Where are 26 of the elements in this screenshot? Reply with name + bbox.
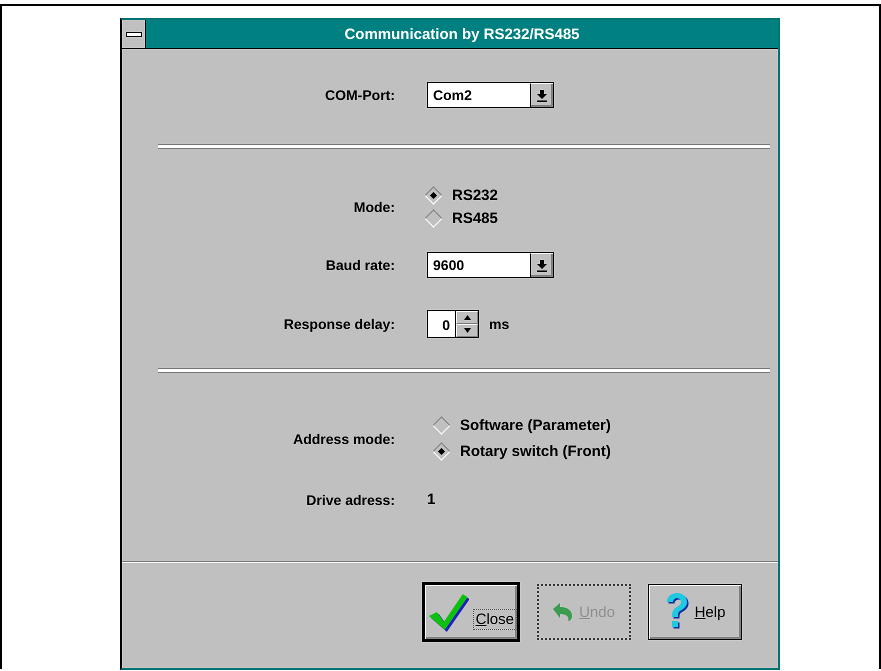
com-port-dropdown[interactable]: Com2 bbox=[427, 82, 554, 108]
down-arrow-icon bbox=[464, 328, 470, 333]
field-label: Baud rate: bbox=[324, 257, 395, 273]
window-title: Communication by RS232/RS485 bbox=[343, 26, 581, 42]
radio-option[interactable]: RS485 bbox=[427, 210, 498, 227]
undo-arrow-icon bbox=[551, 603, 574, 621]
field-label: Response delay: bbox=[282, 316, 395, 332]
radio-option[interactable]: Rotary switch (Front) bbox=[435, 443, 611, 460]
field-label: Mode: bbox=[352, 199, 395, 215]
response-delay-spinner[interactable]: 0 bbox=[427, 310, 479, 338]
spin-down-button[interactable] bbox=[456, 324, 478, 337]
field-label: Address mode: bbox=[292, 430, 395, 446]
up-arrow-icon bbox=[464, 315, 470, 320]
down-arrow-icon bbox=[537, 260, 547, 272]
baud-rate-dropdown[interactable]: 9600 bbox=[427, 252, 554, 278]
help-button[interactable]: Help bbox=[648, 584, 742, 640]
unit-label: ms bbox=[489, 316, 510, 332]
radio-option[interactable]: RS232 bbox=[427, 187, 498, 204]
close-button[interactable]: Close bbox=[422, 582, 520, 642]
radio-option[interactable]: Software (Parameter) bbox=[435, 417, 611, 434]
field-label: Drive adress: bbox=[305, 492, 395, 508]
field-label: COM-Port: bbox=[324, 87, 395, 103]
drive-address-value: 1 bbox=[427, 491, 436, 508]
down-arrow-icon bbox=[537, 90, 547, 102]
spin-up-button[interactable] bbox=[456, 311, 478, 324]
system-menu-button[interactable] bbox=[122, 20, 146, 48]
